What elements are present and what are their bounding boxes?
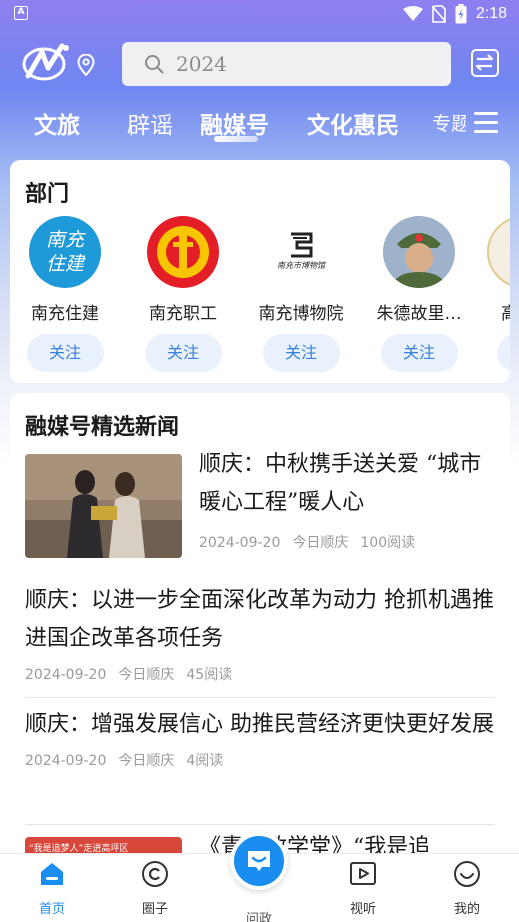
news-date: 2024-09-20 [25, 753, 107, 769]
tab-wenhua-huimin[interactable]: 文化惠民 [307, 106, 399, 140]
follow-button[interactable]: 关 [497, 334, 510, 372]
nav-wenzheng-label: 问政 [245, 912, 272, 922]
tab-piyao[interactable]: 辟谣 [127, 106, 173, 140]
divider [25, 697, 495, 698]
home-icon [41, 863, 63, 885]
category-tabs: · 文旅 辟谣 融媒号 文化惠民 专题 [0, 100, 519, 146]
nav-mine[interactable]: 我的 [437, 860, 497, 917]
nav-shiting[interactable]: 视听 [333, 860, 393, 917]
department-name: 高 [501, 304, 510, 324]
department-item[interactable]: 朱德故里… 关注 [369, 216, 469, 372]
search-icon [145, 55, 164, 74]
departments-title: 部门 [25, 182, 70, 207]
news-source: 今日顺庆 [118, 753, 175, 769]
news-source: 今日顺庆 [118, 667, 175, 683]
no-sim-icon [431, 5, 446, 23]
video-play-icon [350, 862, 376, 885]
department-logo-nanchong-zhujian[interactable]: 南充住建 [29, 216, 101, 288]
featured-news-card: 融媒号精选新闻 顺庆：中秋携手送关爱 “城市暖心工程”暖人心 2024-09-2… [10, 393, 510, 863]
news-title[interactable]: 顺庆：中秋携手送关爱 “城市暖心工程”暖人心 [199, 446, 499, 522]
wifi-icon [402, 6, 423, 21]
department-logo-partial[interactable] [487, 216, 510, 288]
news-item[interactable]: 顺庆：增强发展信心 助推民营经济更快更好发展 2024-09-20 今日顺庆 4阅读 [25, 706, 495, 770]
tab-zhuanti[interactable]: 专题 [432, 109, 466, 136]
news-section-title: 融媒号精选新闻 [25, 415, 180, 440]
app-logo-icon[interactable] [22, 42, 74, 82]
menu-icon[interactable] [474, 112, 498, 133]
swap-arrows-icon [475, 54, 494, 71]
news-reads: 4阅读 [186, 753, 224, 769]
department-name: 南充博物院 [258, 304, 344, 324]
news-reads: 100阅读 [360, 535, 416, 551]
department-logo-portrait[interactable] [383, 216, 455, 288]
department-name: 南充住建 [31, 304, 99, 324]
follow-button[interactable]: 关注 [26, 334, 104, 372]
department-name: 南充职工 [149, 304, 217, 324]
department-item[interactable]: 南充职工 关注 [133, 216, 233, 372]
follow-button[interactable]: 关注 [262, 334, 340, 372]
divider [25, 824, 495, 825]
nav-wenzheng[interactable]: 问政 [229, 908, 289, 922]
news-source: 今日顺庆 [292, 535, 349, 551]
nav-circle-label: 圈子 [141, 902, 168, 917]
follow-button[interactable]: 关注 [144, 334, 222, 372]
department-logo-nanchong-zhigong[interactable] [147, 216, 219, 288]
nav-shiting-label: 视听 [349, 902, 376, 917]
battery-icon [455, 4, 467, 24]
search-box[interactable]: 2024 [122, 42, 451, 86]
search-input-text[interactable]: 2024 [176, 52, 227, 76]
nav-wenzheng-button[interactable] [230, 832, 288, 890]
department-item[interactable]: 南充住建 南充住建 关注 [15, 216, 115, 372]
status-time: 2:18 [475, 5, 507, 22]
bottom-navigation: 首页 圈子 问政 视听 我的 [0, 832, 519, 922]
department-item[interactable]: 南充市博物馆 南充博物院 关注 [251, 216, 351, 372]
profile-face-icon [454, 861, 480, 887]
status-bar: A 2:18 [0, 0, 519, 30]
departments-card: 部门 南充住建 南充住建 关注 南充职工 关注 南充市博物馆 南充博物院 关注 … [10, 160, 510, 383]
location-pin-icon[interactable] [77, 54, 95, 76]
news-reads: 45阅读 [186, 667, 233, 683]
news-title[interactable]: 顺庆：以进一步全面深化改革为动力 抢抓机遇推进国企改革各项任务 [25, 582, 495, 658]
workers-union-emblem-icon [157, 226, 209, 278]
tab-rongmeihao[interactable]: 融媒号 [200, 106, 269, 140]
follow-button[interactable]: 关注 [380, 334, 458, 372]
tab-wenlv[interactable]: 文旅 [34, 106, 80, 140]
news-text-block: 顺庆：中秋携手送关爱 “城市暖心工程”暖人心 2024-09-20 今日顺庆 100… [199, 446, 499, 552]
chat-bubble-icon [248, 851, 270, 871]
news-meta: 2024-09-20 今日顺庆 45阅读 [25, 664, 495, 684]
notification-icon: A [14, 6, 28, 20]
news-date: 2024-09-20 [199, 535, 281, 551]
circle-community-icon [142, 861, 168, 887]
switch-button[interactable] [471, 49, 499, 77]
news-item[interactable]: 顺庆：以进一步全面深化改革为动力 抢抓机遇推进国企改革各项任务 2024-09-… [25, 582, 495, 684]
nav-home-label: 首页 [38, 902, 65, 917]
museum-logo-icon [291, 232, 313, 258]
news-meta: 2024-09-20 今日顺庆 4阅读 [25, 750, 495, 770]
news-thumbnail-image[interactable] [25, 454, 182, 558]
news-title[interactable]: 顺庆：增强发展信心 助推民营经济更快更好发展 [25, 706, 495, 744]
department-item-partial[interactable]: 高 关 [487, 216, 510, 372]
news-date: 2024-09-20 [25, 667, 107, 683]
news-meta: 2024-09-20 今日顺庆 100阅读 [199, 532, 499, 552]
department-name: 朱德故里… [376, 304, 462, 324]
nav-circle[interactable]: 圈子 [125, 860, 185, 917]
active-tab-indicator [214, 136, 258, 142]
portrait-avatar-icon [383, 216, 455, 288]
nav-home[interactable]: 首页 [22, 860, 82, 917]
department-logo-museum[interactable]: 南充市博物馆 [265, 216, 337, 288]
nav-mine-label: 我的 [453, 902, 480, 917]
